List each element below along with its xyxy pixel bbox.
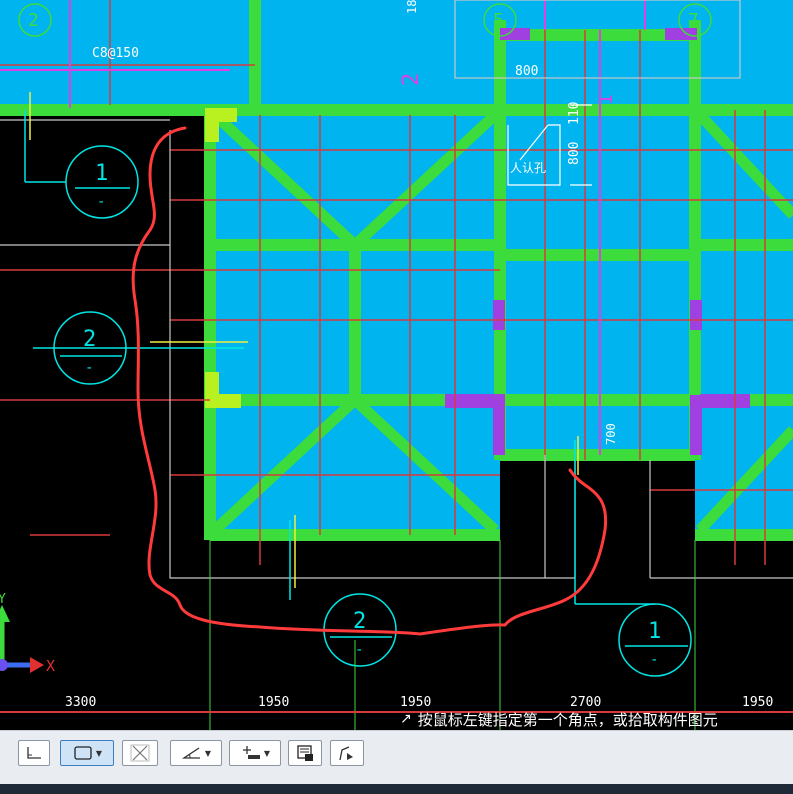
ucs-axis-icon: X Y	[0, 592, 55, 675]
dimension-top: 800	[515, 64, 538, 79]
angle-icon	[181, 747, 200, 759]
grid-label-top-2: 2	[28, 10, 39, 31]
grid-label-top-7: 7	[688, 10, 699, 31]
orthogonal-button[interactable]	[18, 740, 50, 766]
rectangle-select-button[interactable]: ▼	[60, 740, 114, 766]
angle-button[interactable]: ▼	[170, 740, 222, 766]
chevron-down-icon: ▼	[95, 748, 103, 758]
grid-bubble-label-1b: 1	[648, 619, 661, 644]
grid-bubble-label-2a: 2	[83, 327, 96, 352]
chevron-down-icon: ▼	[263, 748, 271, 758]
grid-bubble-sub-2a: -	[85, 360, 93, 376]
layer-display-icon	[297, 745, 313, 761]
grid-bubble-label-1a: 1	[95, 161, 108, 186]
dimension-side-2: 700	[604, 423, 618, 445]
bottom-dim-3300: 3300	[65, 695, 96, 710]
axis-y-label: Y	[0, 592, 6, 607]
rebar-label: C8@150	[92, 46, 139, 61]
bottom-dim-1950a: 1950	[258, 695, 289, 710]
opening-text: 人认孔	[510, 161, 546, 175]
section-mark-2: 2	[399, 73, 424, 86]
cursor-arrow-icon: ↗	[400, 711, 412, 727]
section-mark-1: 1	[596, 94, 617, 105]
orthogonal-icon	[27, 747, 41, 759]
bottom-toolbar: ▼ ▼ ▼	[0, 730, 793, 794]
cross-select-icon	[130, 744, 150, 762]
grid-label-top-5: 5	[493, 10, 504, 31]
snap-icon	[242, 746, 260, 759]
bottom-dim-1950c: 1950	[742, 695, 773, 710]
cross-select-button[interactable]	[122, 740, 158, 766]
polyline-icon	[339, 746, 353, 761]
top-fragment-label: 18	[405, 0, 419, 14]
drawing-canvas[interactable]: 2 5 7 C8@150 18 800 800 110 人认孔 700 1 2 …	[0, 0, 793, 730]
command-prompt-text: 按鼠标左键指定第一个角点，或拾取构件图元	[417, 710, 718, 729]
rectangle-select-icon	[74, 746, 92, 760]
grid-bubble-sub-1b: -	[650, 652, 658, 668]
axis-x-label: X	[46, 657, 55, 675]
dimension-side: 800	[567, 142, 582, 165]
layer-button[interactable]	[288, 740, 322, 766]
polyline-button[interactable]	[330, 740, 364, 766]
grid-bubble-sub-1a: -	[97, 194, 105, 210]
command-prompt: ↗ 按鼠标左键指定第一个角点，或拾取构件图元	[400, 708, 718, 730]
chevron-down-icon: ▼	[204, 748, 212, 758]
snap-button[interactable]: ▼	[229, 740, 281, 766]
grid-bubble-sub-2b: -	[355, 642, 363, 658]
